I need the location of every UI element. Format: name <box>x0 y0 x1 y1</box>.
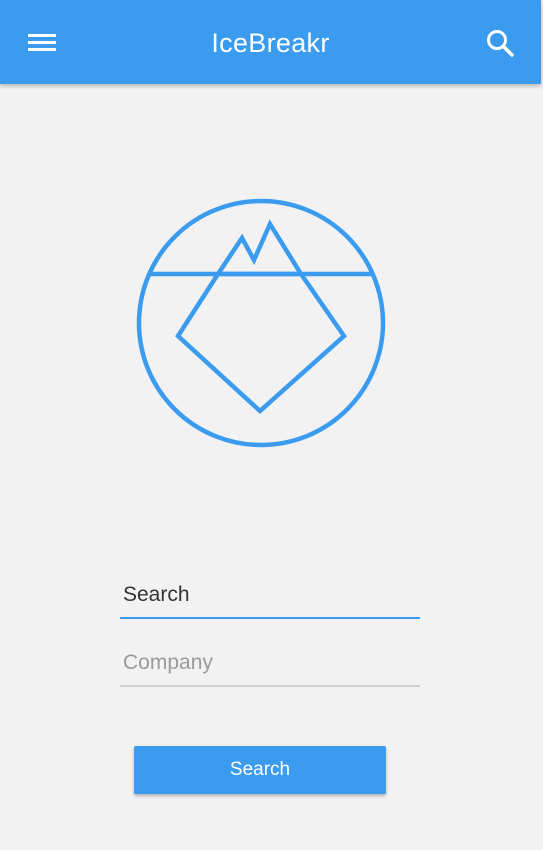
search-icon[interactable] <box>483 26 517 60</box>
search-input-underline <box>120 617 420 619</box>
company-input-underline <box>120 685 420 687</box>
app-title: IceBreakr <box>211 28 330 58</box>
search-submit-button[interactable]: Search <box>134 746 386 794</box>
search-field[interactable] <box>120 575 420 619</box>
company-field[interactable] <box>120 643 420 687</box>
search-input[interactable] <box>120 575 420 615</box>
app-bar: IceBreakr <box>0 0 541 84</box>
iceberg-logo-icon <box>136 198 386 448</box>
company-input[interactable] <box>120 643 420 683</box>
hamburger-menu-icon[interactable] <box>24 27 60 57</box>
